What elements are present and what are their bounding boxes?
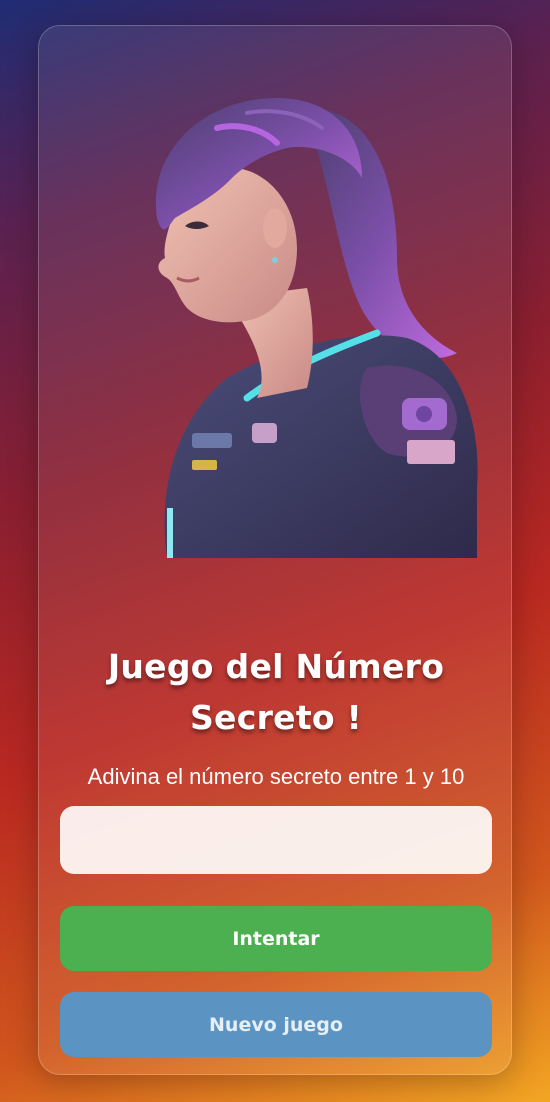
astronaut-girl-illustration	[97, 68, 483, 558]
game-card: Juego del Número Secreto ! Adivina el nú…	[38, 25, 512, 1075]
guess-input[interactable]	[60, 806, 492, 874]
instructions-text: Adivina el número secreto entre 1 y 10	[87, 764, 465, 789]
new-game-button[interactable]: Nuevo juego	[60, 992, 492, 1057]
page-title: Juego del Número Secreto !	[107, 647, 445, 737]
try-button[interactable]: Intentar	[60, 906, 492, 971]
